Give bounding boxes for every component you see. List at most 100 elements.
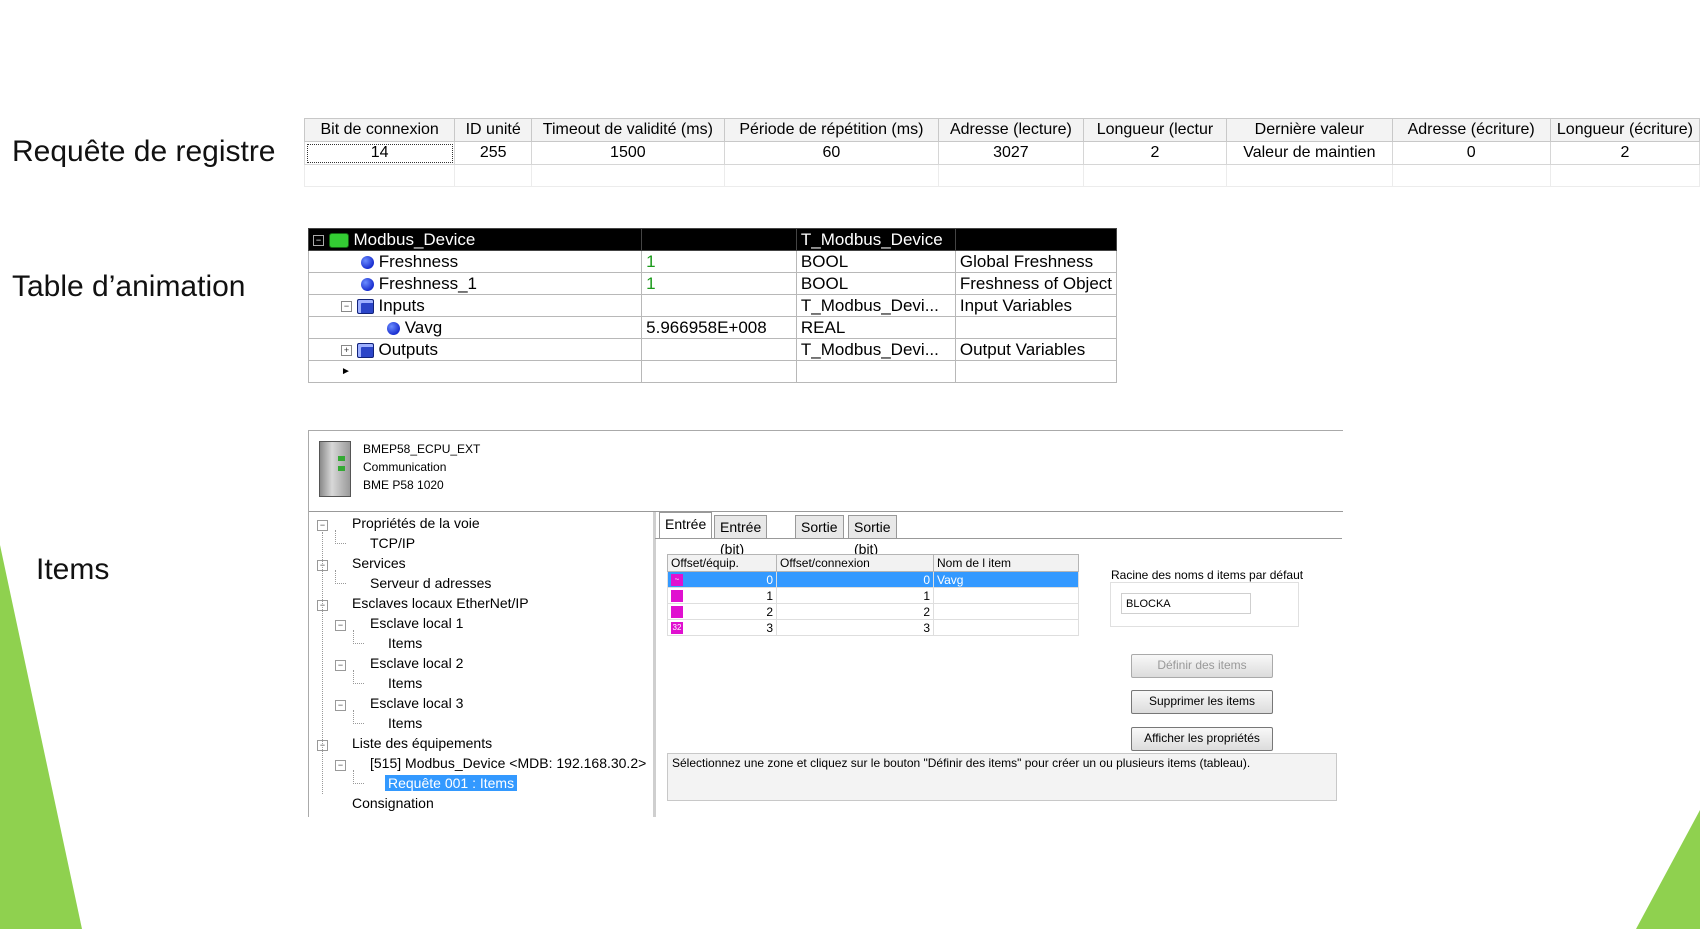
cell[interactable]: 0: [776, 571, 934, 588]
comment-cell: Freshness of Object: [954, 272, 1118, 295]
table-row[interactable]: 32 3 3: [667, 619, 1079, 636]
table-row[interactable]: Freshness_1 1 BOOL Freshness of Object: [307, 272, 1118, 295]
cell[interactable]: 2: [776, 603, 934, 620]
row-name: Freshness_1: [378, 273, 478, 293]
cell[interactable]: 32 3: [667, 619, 777, 636]
cell[interactable]: [933, 619, 1079, 636]
cell[interactable]: Vavg: [933, 571, 1079, 588]
name-cell[interactable]: Vavg: [307, 316, 643, 339]
value-cell[interactable]: [641, 228, 797, 251]
type-cell: T_Modbus_Devi...: [795, 294, 956, 317]
tree-item[interactable]: Items: [388, 675, 422, 691]
cell[interactable]: [933, 587, 1079, 604]
tree-item[interactable]: Propriétés de la voie: [352, 515, 480, 531]
cell[interactable]: 255: [454, 141, 533, 165]
table-row[interactable]: − Modbus_Device T_Modbus_Device: [307, 228, 1118, 251]
tree-item[interactable]: [515] Modbus_Device <MDB: 192.168.30.2>: [370, 755, 646, 771]
cell[interactable]: [933, 603, 1079, 620]
tree-item[interactable]: Esclave local 2: [370, 655, 463, 671]
help-message: Sélectionnez une zone et cliquez sur le …: [667, 753, 1337, 801]
tree-item[interactable]: TCP/IP: [370, 535, 415, 551]
name-cell[interactable]: Freshness: [307, 250, 643, 273]
tree-item[interactable]: Serveur d adresses: [370, 575, 491, 591]
type-marker-icon: [671, 605, 683, 618]
name-cell[interactable]: − Inputs: [307, 294, 643, 317]
collapse-icon[interactable]: −: [335, 760, 346, 771]
tree-item[interactable]: Esclaves locaux EtherNet/IP: [352, 595, 529, 611]
delete-items-button[interactable]: Supprimer les items: [1131, 690, 1273, 714]
tab-output[interactable]: Sortie: [795, 515, 844, 539]
col-header[interactable]: Période de répétition (ms): [723, 118, 940, 142]
cell[interactable]: ~0: [667, 571, 777, 588]
collapse-icon[interactable]: −: [335, 700, 346, 711]
tree-item[interactable]: Services: [352, 555, 406, 571]
table-row[interactable]: Vavg 5.966958E+008 REAL: [307, 316, 1118, 339]
name-cell[interactable]: Freshness_1: [307, 272, 643, 295]
col-header[interactable]: Longueur (lectur: [1082, 118, 1228, 142]
tree-item[interactable]: Consignation: [352, 795, 434, 811]
root-name-input[interactable]: [1121, 593, 1251, 614]
table-row[interactable]: ~0 0 Vavg: [667, 571, 1079, 588]
cell[interactable]: 1500: [531, 141, 725, 165]
cell[interactable]: 14: [303, 141, 456, 165]
col-header[interactable]: Longueur (écriture): [1549, 118, 1700, 142]
col-header[interactable]: Nom de l item: [933, 554, 1079, 572]
col-header[interactable]: Dernière valeur: [1226, 118, 1393, 142]
collapse-icon[interactable]: −: [335, 620, 346, 631]
tree-connector: [335, 570, 346, 584]
value-cell[interactable]: 1: [641, 272, 797, 295]
cell[interactable]: Valeur de maintien: [1226, 141, 1393, 165]
tree-item[interactable]: Items: [388, 715, 422, 731]
table-row[interactable]: − Inputs T_Modbus_Devi... Input Variable…: [307, 294, 1118, 317]
value-cell[interactable]: 1: [641, 250, 797, 273]
device-reference: BME P58 1020: [363, 478, 444, 492]
cell[interactable]: 2: [667, 603, 777, 620]
name-cell[interactable]: − Modbus_Device: [307, 228, 643, 251]
show-properties-button[interactable]: Afficher les propriétés: [1131, 727, 1273, 751]
cell[interactable]: 2: [1549, 141, 1700, 165]
cell[interactable]: 1: [667, 587, 777, 604]
tree-item[interactable]: Esclave local 3: [370, 695, 463, 711]
value-cell[interactable]: [641, 294, 797, 317]
define-items-button[interactable]: Définir des items: [1131, 654, 1273, 678]
tree-item[interactable]: Esclave local 1: [370, 615, 463, 631]
cell[interactable]: 3027: [938, 141, 1084, 165]
value-cell[interactable]: [641, 360, 797, 383]
collapse-icon[interactable]: −: [335, 660, 346, 671]
cell[interactable]: 0: [1391, 141, 1551, 165]
tree-item[interactable]: Liste des équipements: [352, 735, 492, 751]
value-cell[interactable]: [641, 338, 797, 361]
tab-input[interactable]: Entrée: [659, 512, 713, 538]
row-name: Outputs: [378, 339, 439, 359]
expand-icon[interactable]: +: [341, 344, 352, 356]
tree-item-selected[interactable]: Requête 001 : Items: [385, 775, 518, 791]
table-row[interactable]: 1 1: [667, 587, 1079, 604]
table-row[interactable]: Freshness 1 BOOL Global Freshness: [307, 250, 1118, 273]
col-header[interactable]: Offset/équip.: [667, 554, 777, 572]
col-header[interactable]: Offset/connexion: [776, 554, 934, 572]
col-header[interactable]: Timeout de validité (ms): [531, 118, 725, 142]
cell[interactable]: 2: [1082, 141, 1228, 165]
col-header[interactable]: Adresse (écriture): [1391, 118, 1551, 142]
name-cell[interactable]: + Outputs: [307, 338, 643, 361]
col-header[interactable]: ID unité: [454, 118, 533, 142]
tab-output-bit[interactable]: Sortie (bit): [848, 515, 897, 557]
collapse-icon[interactable]: −: [317, 520, 328, 531]
left-green-triangle: [0, 545, 82, 929]
tree-connector: [322, 532, 323, 794]
cell[interactable]: 60: [723, 141, 940, 165]
new-entry-row[interactable]: ►: [307, 360, 1118, 383]
collapse-icon[interactable]: −: [313, 234, 324, 246]
cell[interactable]: 1: [776, 587, 934, 604]
collapse-icon[interactable]: −: [341, 300, 352, 312]
value-cell[interactable]: 5.966958E+008: [641, 316, 797, 339]
tab-input-bit[interactable]: Entrée (bit): [714, 515, 768, 557]
name-cell[interactable]: ►: [307, 360, 643, 383]
table-row[interactable]: 2 2: [667, 603, 1079, 620]
col-header[interactable]: Adresse (lecture): [938, 118, 1084, 142]
table-row[interactable]: + Outputs T_Modbus_Devi... Output Variab…: [307, 338, 1118, 361]
table-row[interactable]: 14 255 1500 60 3027 2 Valeur de maintien…: [303, 141, 1700, 165]
tree-item[interactable]: Items: [388, 635, 422, 651]
col-header[interactable]: Bit de connexion: [303, 118, 456, 142]
cell[interactable]: 3: [776, 619, 934, 636]
